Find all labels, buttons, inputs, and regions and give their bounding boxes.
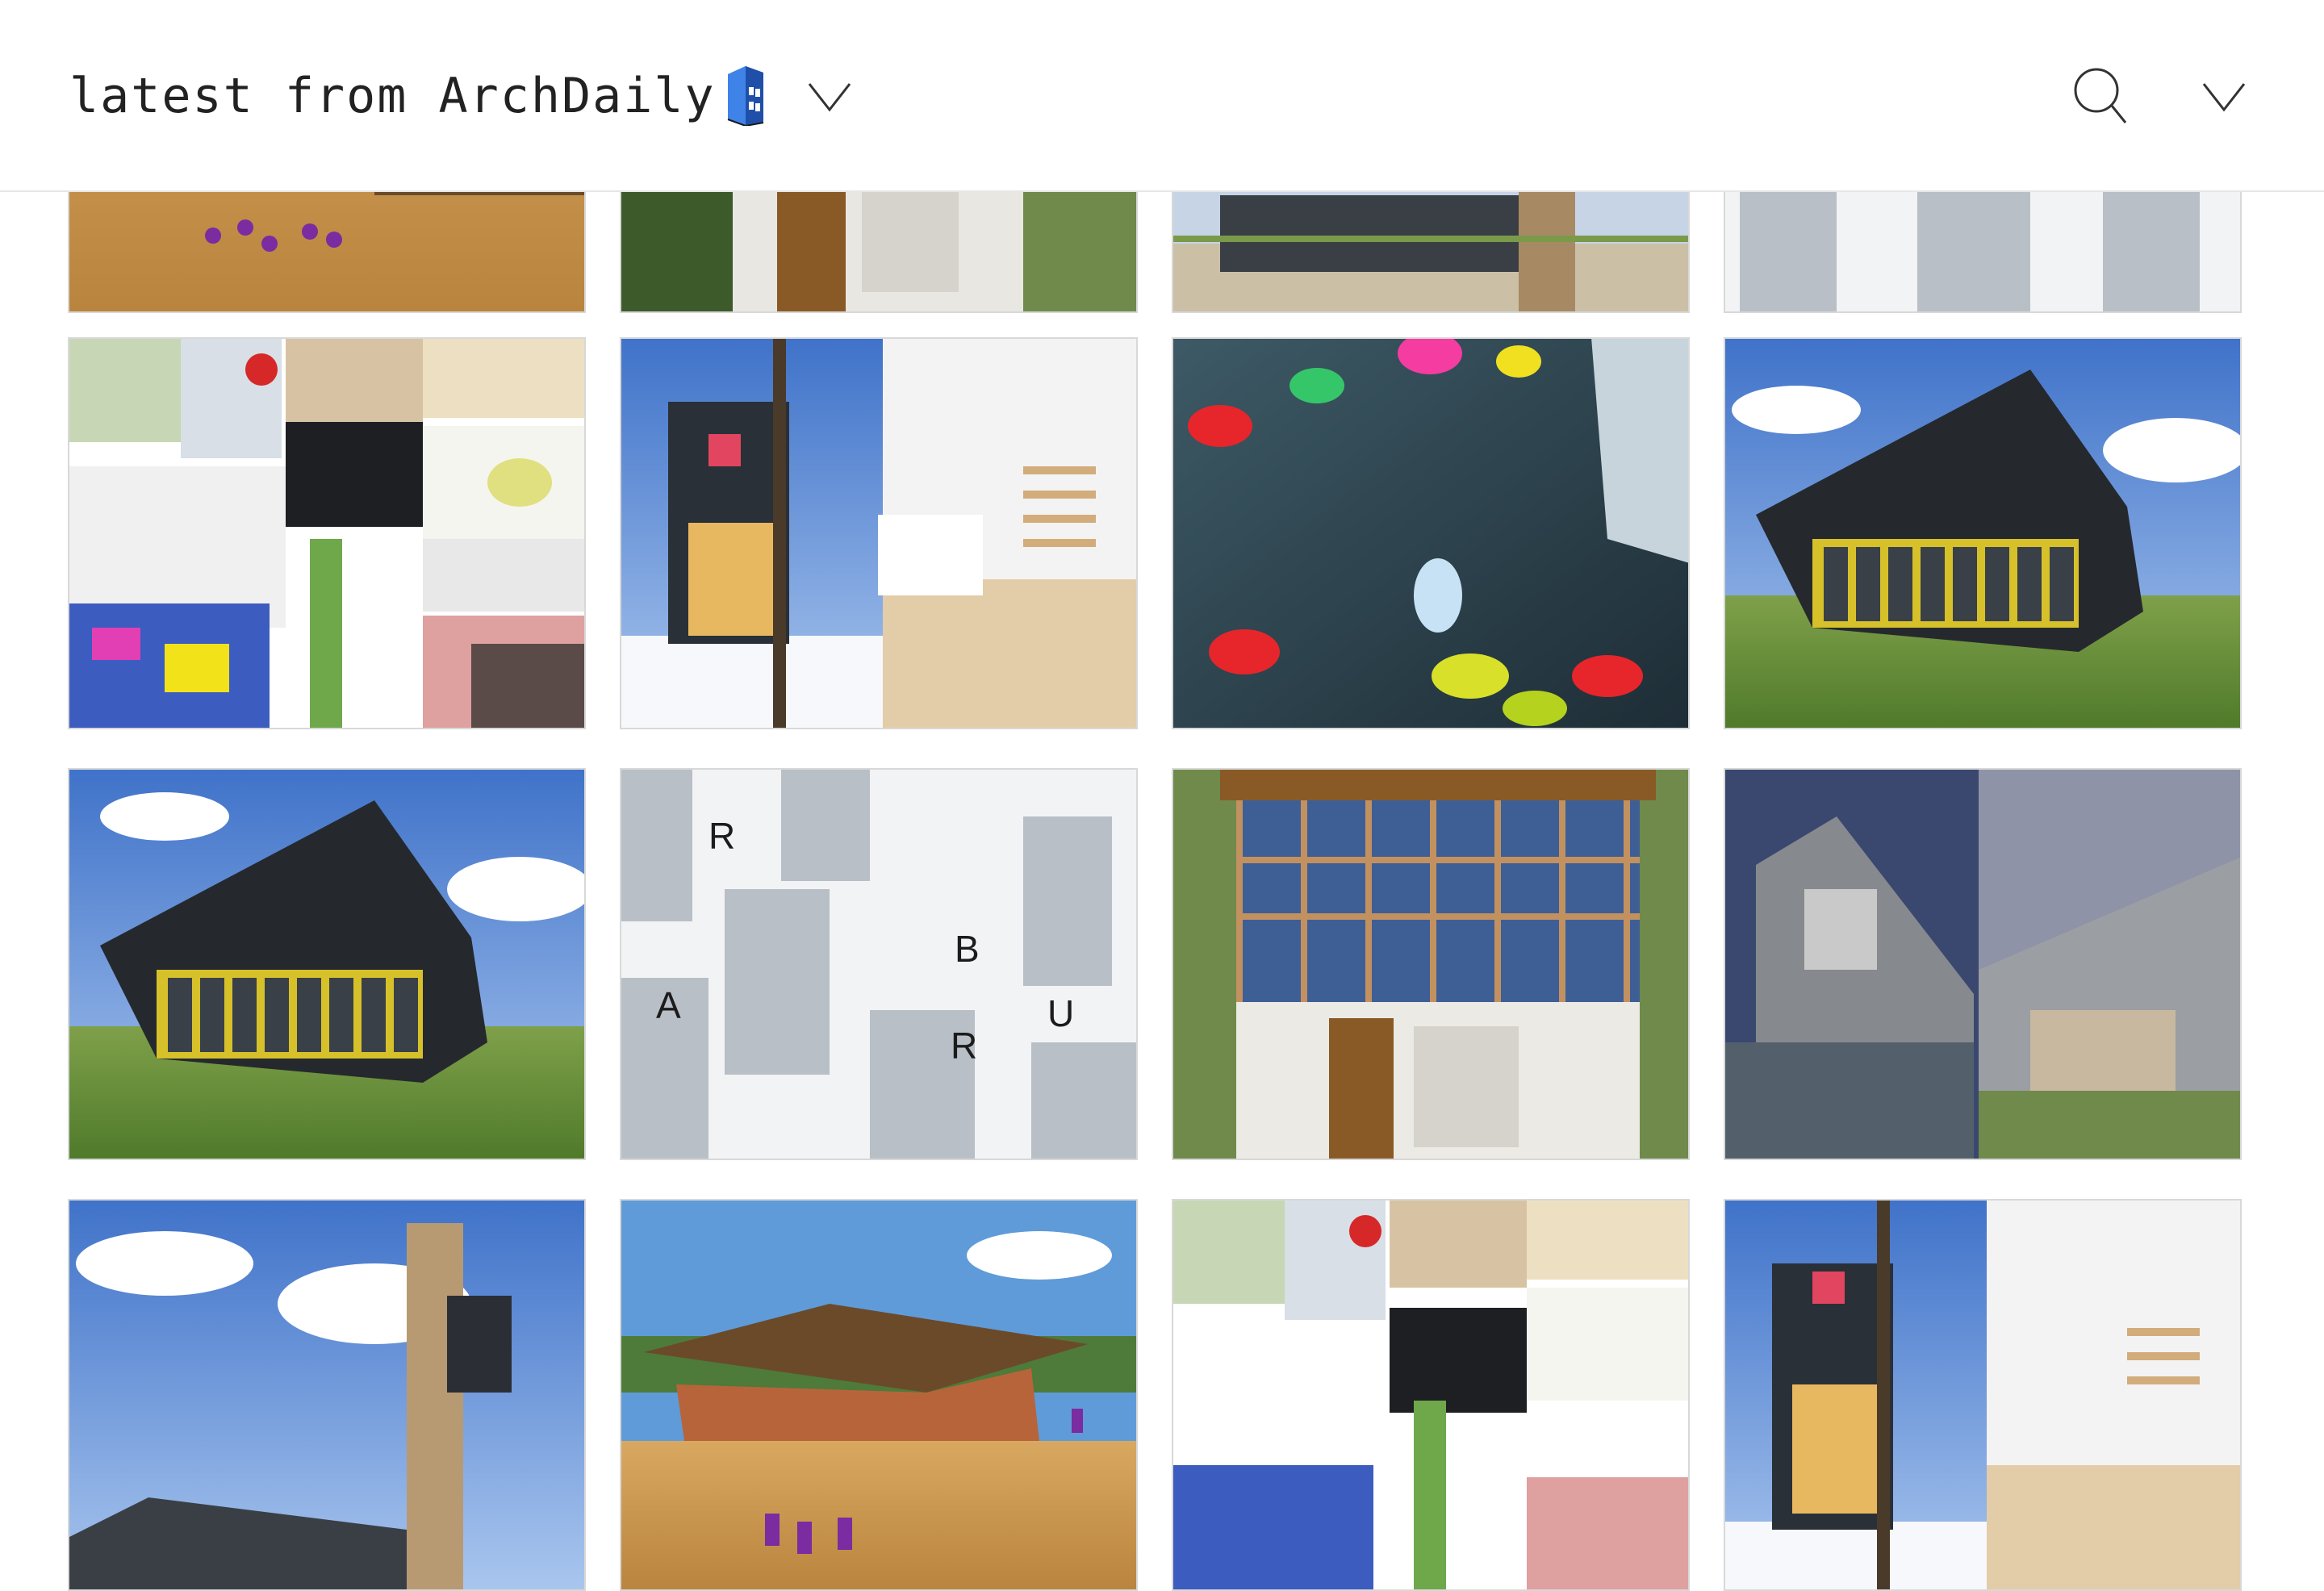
feed-thumbnail[interactable]: [68, 337, 586, 729]
black-building-with-yellow-windows-image: [1724, 337, 2242, 729]
search-icon[interactable]: [2072, 66, 2129, 126]
feed-thumbnail[interactable]: [68, 768, 586, 1160]
svg-text:R: R: [951, 1025, 977, 1067]
black-building-with-yellow-windows-image: [68, 768, 586, 1160]
climbing-wall-interior-image: [1172, 337, 1690, 729]
svg-text:B: B: [955, 928, 980, 970]
feed-thumbnail[interactable]: [620, 337, 1138, 729]
feed-thumbnail[interactable]: [68, 1199, 586, 1591]
brick-house-split-image: [1724, 768, 2242, 1160]
top-bar: latest from ArchDaily: [0, 0, 2324, 192]
feed-thumbnail[interactable]: [1724, 337, 2242, 729]
feed-thumbnail[interactable]: [1724, 1199, 2242, 1591]
treehouse-interior-split-image: [620, 337, 1138, 729]
archdaily-building-icon[interactable]: [725, 63, 767, 126]
feed-thumbnail[interactable]: R B A R U: [620, 768, 1138, 1160]
image-feed: U R: [0, 0, 2324, 1591]
treehouse-interior-split-image: [1724, 1199, 2242, 1591]
page-title: latest from ArchDaily: [69, 68, 716, 124]
svg-text:A: A: [656, 984, 681, 1026]
timber-lookout-tower-image: [68, 1199, 586, 1591]
chevron-down-icon[interactable]: [2201, 81, 2247, 113]
feed-thumbnail[interactable]: [1172, 768, 1690, 1160]
brick-school-roof-canopy-image: [620, 1199, 1138, 1591]
chevron-down-icon[interactable]: [807, 81, 852, 113]
feed-thumbnail[interactable]: [1172, 1199, 1690, 1591]
svg-text:U: U: [1047, 992, 1074, 1034]
feed-thumbnail[interactable]: [1724, 768, 2242, 1160]
student-projects-collage-image: [68, 337, 586, 729]
student-projects-collage-image: [1172, 1199, 1690, 1591]
wooden-house-facade-image: [1172, 768, 1690, 1160]
svg-text:R: R: [708, 815, 735, 857]
letter-tower-models-image: R B A R U: [620, 768, 1138, 1160]
feed-thumbnail[interactable]: [620, 1199, 1138, 1591]
feed-thumbnail[interactable]: [1172, 337, 1690, 729]
